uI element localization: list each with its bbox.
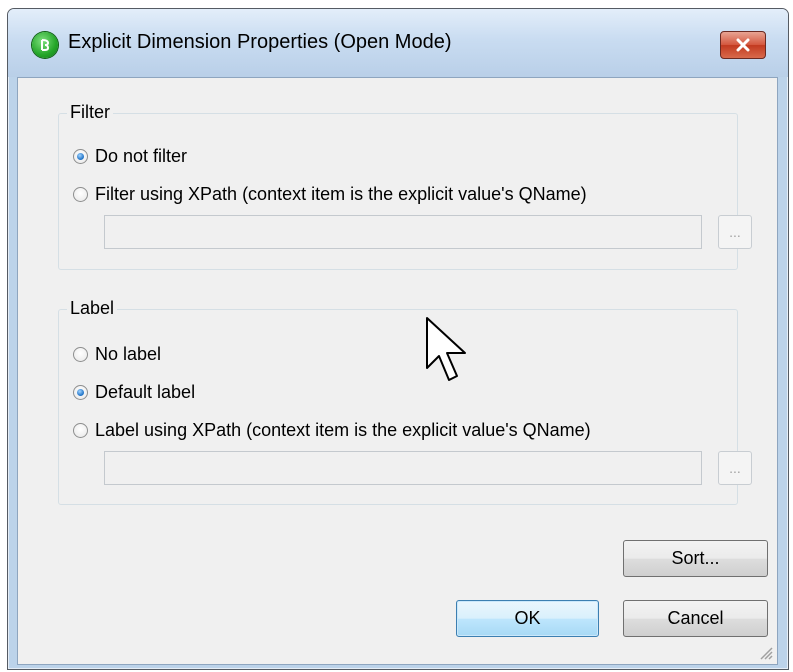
filter-option-do-not-filter[interactable]: Do not filter xyxy=(73,146,187,167)
label-option-xpath[interactable]: Label using XPath (context item is the e… xyxy=(73,420,591,441)
ok-button[interactable]: OK xyxy=(456,600,599,637)
mouse-pointer-icon xyxy=(426,317,466,381)
cancel-button[interactable]: Cancel xyxy=(623,600,768,637)
filter-legend: Filter xyxy=(67,102,113,123)
radio-label: Filter using XPath (context item is the … xyxy=(95,184,587,204)
label-group: Label No label Default label Label using… xyxy=(58,298,752,505)
app-glyph-icon xyxy=(41,39,50,51)
radio-button[interactable] xyxy=(73,385,88,400)
filter-browse-button: ... xyxy=(718,215,752,249)
radio-button[interactable] xyxy=(73,149,88,164)
radio-label: Label using XPath (context item is the e… xyxy=(95,420,591,440)
filter-group: Filter Do not filter Filter using XPath … xyxy=(58,102,752,270)
radio-button[interactable] xyxy=(73,423,88,438)
dialog-body: Filter Do not filter Filter using XPath … xyxy=(17,77,778,665)
filter-option-xpath[interactable]: Filter using XPath (context item is the … xyxy=(73,184,587,205)
radio-label: No label xyxy=(95,344,162,364)
sort-button[interactable]: Sort... xyxy=(623,540,768,577)
radio-label: Default label xyxy=(95,382,196,402)
radio-button[interactable] xyxy=(73,187,88,202)
label-xpath-field xyxy=(104,451,702,485)
title-bar[interactable]: Explicit Dimension Properties (Open Mode… xyxy=(8,9,788,77)
label-browse-button: ... xyxy=(718,451,752,485)
close-button[interactable] xyxy=(720,31,766,59)
app-icon xyxy=(32,32,58,58)
label-option-no-label[interactable]: No label xyxy=(73,344,161,365)
dialog-window: Explicit Dimension Properties (Open Mode… xyxy=(7,8,789,670)
radio-label: Do not filter xyxy=(95,146,188,166)
radio-button[interactable] xyxy=(73,347,88,362)
label-legend: Label xyxy=(67,298,118,319)
filter-xpath-field xyxy=(104,215,702,249)
resize-grip-icon[interactable] xyxy=(757,644,773,660)
label-option-default-label[interactable]: Default label xyxy=(73,382,195,403)
close-x-icon xyxy=(736,38,750,52)
window-title: Explicit Dimension Properties (Open Mode… xyxy=(68,31,452,53)
